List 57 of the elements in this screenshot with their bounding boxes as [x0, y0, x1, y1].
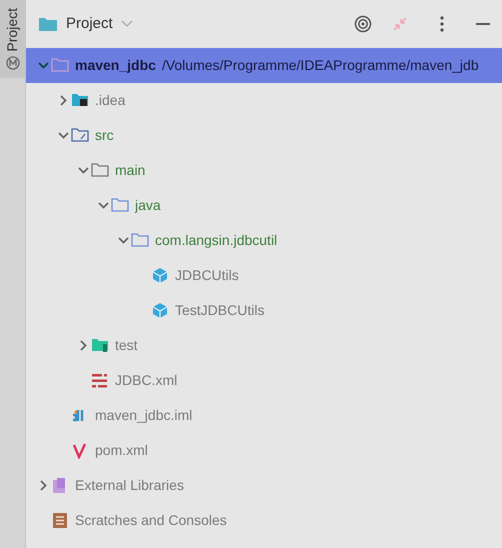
- maven-file-icon: [71, 442, 89, 459]
- chevron-down-icon[interactable]: [38, 60, 49, 71]
- folder-icon: [38, 16, 58, 32]
- tree-row[interactable]: src: [26, 118, 502, 153]
- folder-icon: [131, 232, 149, 249]
- project-view-selector[interactable]: Project: [66, 12, 113, 36]
- chevron-right-icon[interactable]: [38, 480, 49, 491]
- folder-icon: [71, 92, 89, 109]
- folder-icon: [91, 337, 109, 354]
- node-label: JDBCUtils: [175, 266, 239, 285]
- node-label: JDBC.xml: [115, 371, 178, 390]
- chevron-down-icon[interactable]: [78, 165, 89, 176]
- tree-row[interactable]: java: [26, 188, 502, 223]
- node-label: src: [95, 126, 114, 145]
- tree-row[interactable]: .idea: [26, 83, 502, 118]
- side-tab-label: Project: [3, 8, 21, 52]
- minimize-icon[interactable]: [476, 22, 490, 26]
- tree-row[interactable]: maven_jdbc /Volumes/Programme/IDEAProgramme/maven_jdb: [26, 48, 502, 83]
- folder-icon: [111, 197, 129, 214]
- node-label: .idea: [95, 91, 126, 110]
- scratches-icon: [51, 512, 69, 529]
- tree-row[interactable]: External Libraries: [26, 468, 502, 503]
- node-label: test: [115, 336, 138, 355]
- project-path: /Volumes/Programme/IDEAProgramme/maven_jdb: [162, 56, 479, 75]
- folder-icon: [91, 162, 109, 179]
- node-label: pom.xml: [95, 441, 148, 460]
- tree-row[interactable]: TestJDBCUtils: [26, 293, 502, 328]
- maven-icon: [6, 56, 20, 70]
- node-label: com.langsin.jdbcutil: [155, 231, 278, 250]
- tree-row[interactable]: Scratches and Consoles: [26, 503, 502, 538]
- chevron-down-icon[interactable]: [98, 200, 109, 211]
- tree-row[interactable]: JDBC.xml: [26, 363, 502, 398]
- node-label: External Libraries: [75, 476, 184, 495]
- tree-row[interactable]: com.langsin.jdbcutil: [26, 223, 502, 258]
- node-label: maven_jdbc: [75, 56, 156, 75]
- xml-file-icon: [91, 372, 109, 389]
- node-label: java: [135, 196, 161, 215]
- cube-icon: [151, 267, 169, 284]
- cube-icon: [151, 302, 169, 319]
- target-icon[interactable]: [354, 15, 372, 33]
- chevron-down-icon[interactable]: [58, 130, 69, 141]
- tree-row[interactable]: maven_jdbc.iml: [26, 398, 502, 433]
- node-label: TestJDBCUtils: [175, 301, 264, 320]
- tree-row[interactable]: pom.xml: [26, 433, 502, 468]
- source-folder-icon: [71, 127, 89, 144]
- folder-icon: [51, 57, 69, 74]
- node-label: main: [115, 161, 146, 180]
- chevron-down-icon[interactable]: [118, 235, 129, 246]
- tree-row[interactable]: test: [26, 328, 502, 363]
- node-label: maven_jdbc.iml: [95, 406, 192, 425]
- chevron-right-icon[interactable]: [78, 340, 89, 351]
- more-options-icon[interactable]: [440, 16, 444, 32]
- chevron-right-icon[interactable]: [58, 95, 69, 106]
- side-tab[interactable]: Project: [0, 0, 25, 78]
- tree-row[interactable]: main: [26, 153, 502, 188]
- tree-row[interactable]: JDBCUtils: [26, 258, 502, 293]
- node-label: Scratches and Consoles: [75, 511, 227, 530]
